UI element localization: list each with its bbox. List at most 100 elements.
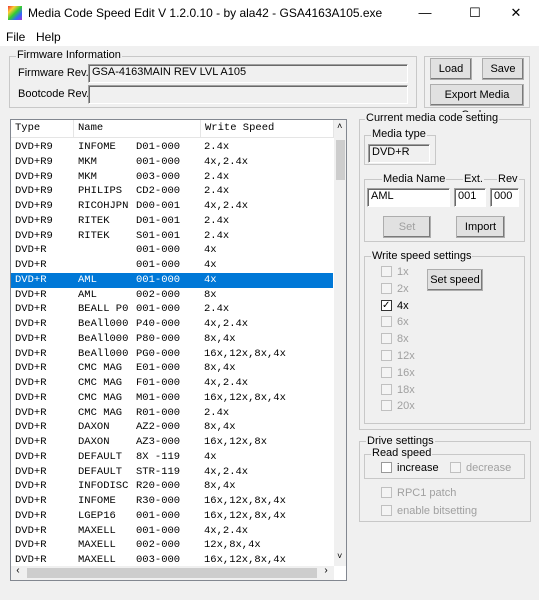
table-row[interactable]: DVD+R MAXELL 002-000 12x,8x,4x [11,538,333,553]
scroll-thumb[interactable] [336,140,345,180]
cell-code: 001-000 [136,259,181,271]
table-row[interactable]: DVD+R 001-000 4x [11,243,333,258]
media-type-field: DVD+R [368,144,430,163]
table-row[interactable]: DVD+R DAXON AZ3-000 16x,12x,8x [11,435,333,450]
table-row[interactable]: DVD+R9 RITEK S01-001 2.4x [11,229,333,244]
table-row[interactable]: DVD+R CMC MAG M01-000 16x,12x,8x,4x [11,391,333,406]
h-scroll-thumb[interactable] [27,568,317,578]
cell-write-speed: 4x [204,273,217,286]
table-row[interactable]: DVD+R DEFAULT 8X -119 4x [11,450,333,465]
table-row[interactable]: DVD+R INFODISC R20-000 8x,4x [11,479,333,494]
table-row[interactable]: DVD+R INFOME R30-000 16x,12x,8x,4x [11,494,333,509]
cell-code: 001-000 [136,524,181,537]
cell-code: AZ2-000 [136,421,181,434]
write-speed-group-label: Write speed settings [371,250,473,262]
speed-6x-checkbox[interactable] [381,316,392,328]
cell-type: DVD+R [15,450,47,463]
speed-12x-checkbox[interactable] [381,350,392,361]
cell-code: R20-000 [136,480,181,493]
rpc1-patch-checkbox[interactable] [381,487,392,498]
cell-code: M01-000 [136,391,181,404]
vertical-scrollbar[interactable]: ˄ ˅ [334,120,346,566]
load-button[interactable]: Load [430,58,472,80]
media-code-list[interactable]: Type Name Write Speed DVD+R9 INFOME D01-00… [10,119,347,581]
maximize-button[interactable]: ☐ [452,0,498,26]
media-name-label: Media Name [382,173,447,185]
column-header-type[interactable]: Type [11,120,74,138]
speed-4x-checkbox-checked[interactable]: ✓ [381,299,392,311]
export-media-codes-button[interactable]: Export Media Codes [430,84,524,121]
cell-name: MKM [78,170,97,183]
cell-write-speed: 16x,12x,8x,4x [204,509,286,522]
cell-name: AML [78,288,97,301]
cell-name: BeAll000 [78,318,129,330]
table-row[interactable]: DVD+R LGEP16 001-000 16x,12x,8x,4x [11,509,333,524]
speed-16x-checkbox[interactable] [381,366,392,378]
table-row[interactable]: DVD+R 001-000 4x [11,258,333,273]
rev-input[interactable]: 000 [490,188,519,207]
table-row[interactable]: DVD+R9 INFOME D01-000 2.4x [11,140,333,155]
set-speed-button[interactable]: Set speed [427,269,483,291]
cell-name: MKM [78,155,97,168]
cell-code: STR-119 [136,465,181,478]
table-row[interactable]: DVD+R9 MKM 003-000 2.4x [11,170,333,185]
cell-write-speed: 4x,2.4x [204,524,249,537]
scroll-left-icon[interactable]: ‹ [15,566,21,577]
speed-20x-checkbox[interactable] [381,400,392,412]
horizontal-scrollbar[interactable]: ‹ › [11,566,334,580]
table-row[interactable]: DVD+R9 RITEK D01-001 2.4x [11,214,333,229]
save-button[interactable]: Save [482,58,524,80]
speed-1x-checkbox[interactable] [381,266,392,277]
menu-help[interactable]: Help [36,30,61,44]
table-row[interactable]: DVD+R9 RICOHJPN D00-001 4x,2.4x [11,199,333,214]
enable-bitsetting-label: enable bitsetting [397,505,478,517]
table-row[interactable]: DVD+R9 MKM 001-000 4x,2.4x [11,155,333,170]
table-row[interactable]: DVD+R CMC MAG E01-000 8x,4x [11,361,333,376]
table-row[interactable]: DVD+R BeAll000 PG0-000 16x,12x,8x,4x [11,347,333,362]
firmware-rev-label: Firmware Rev. [18,67,89,79]
cell-name: RITEK [78,229,110,242]
cell-write-speed: 8x,4x [204,362,236,375]
close-button[interactable]: ✕ [493,0,539,26]
minimize-button[interactable]: — [402,0,448,26]
table-row[interactable]: DVD+R MAXELL 001-000 4x,2.4x [11,524,333,539]
firmware-rev-field: GSA-4163MAIN REV LVL A105 [88,64,408,83]
cell-type: DVD+R9 [15,200,53,212]
table-row[interactable]: DVD+R9 PHILIPS CD2-000 2.4x [11,184,333,199]
table-row[interactable]: DVD+R AML 001-000 4x [11,272,333,288]
increase-checkbox[interactable] [381,462,392,473]
table-row[interactable]: DVD+R DAXON AZ2-000 8x,4x [11,420,333,435]
column-header-write-speed[interactable]: Write Speed [201,120,334,138]
speed-8x-checkbox[interactable] [381,333,392,345]
table-row[interactable]: DVD+R CMC MAG R01-000 2.4x [11,406,333,421]
cell-type: DVD+R9 [15,141,53,153]
table-row[interactable]: DVD+R DEFAULT STR-119 4x,2.4x [11,465,333,480]
set-button[interactable]: Set [383,216,431,238]
table-row[interactable]: DVD+R BeAll000 P80-000 8x,4x [11,332,333,347]
media-name-input[interactable]: AML [367,188,450,207]
scroll-up-icon[interactable]: ˄ [337,122,342,132]
table-row[interactable]: DVD+R AML 002-000 8x [11,288,333,303]
cell-name: INFODISC [78,480,129,493]
cell-type: DVD+R [15,332,47,345]
speed-18x-checkbox[interactable] [381,383,392,395]
ext-label: Ext. [463,173,484,185]
table-row[interactable]: DVD+R CMC MAG F01-000 4x,2.4x [11,376,333,391]
cell-type: DVD+R [15,273,47,286]
menu-file[interactable]: File [6,30,25,44]
decrease-checkbox[interactable] [450,462,461,473]
cell-type: DVD+R [15,495,47,507]
scroll-right-icon[interactable]: › [323,566,329,577]
bootcode-rev-field [88,85,408,104]
table-row[interactable]: DVD+R BEALL P0 001-000 2.4x [11,302,333,317]
enable-bitsetting-checkbox[interactable] [381,505,392,516]
table-row[interactable]: DVD+R BeAll000 P40-000 4x,2.4x [11,317,333,332]
import-button[interactable]: Import [456,216,505,238]
speed-2x-checkbox[interactable] [381,282,392,294]
scroll-down-icon[interactable]: ˅ [337,552,342,562]
ext-input[interactable]: 001 [454,188,486,207]
read-speed-label: Read speed [371,447,433,459]
column-header-name[interactable]: Name [74,120,201,138]
cell-write-speed: 4x,2.4x [204,200,249,212]
cell-write-speed: 16x,12x,8x [204,436,268,448]
